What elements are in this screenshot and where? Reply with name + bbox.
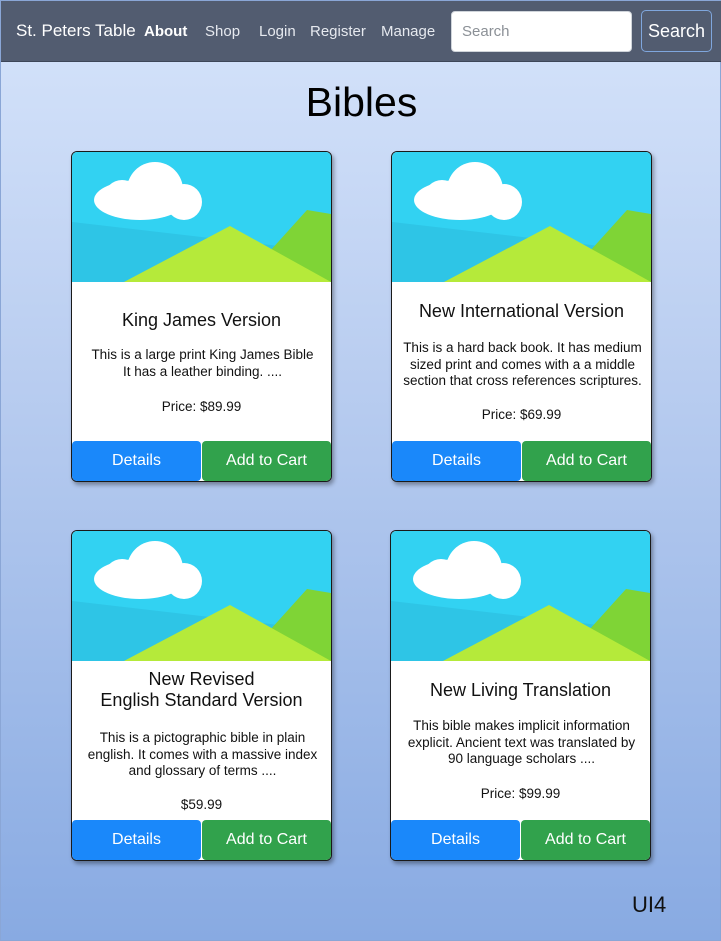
nav-link-manage[interactable]: Manage — [381, 23, 435, 41]
details-button[interactable]: Details — [392, 441, 521, 481]
nav-link-about[interactable]: About — [144, 23, 187, 41]
nav-link-login[interactable]: Login — [259, 23, 296, 41]
placeholder-image — [72, 531, 331, 661]
product-price: Price: $99.99 — [480, 786, 561, 801]
add-to-cart-button[interactable]: Add to Cart — [202, 820, 331, 860]
product-title: New International Version — [418, 301, 625, 321]
details-button[interactable]: Details — [72, 441, 201, 481]
nav-link-register[interactable]: Register — [310, 23, 366, 41]
product-title: New Revised English Standard Version — [100, 669, 303, 710]
product-card-nresv: New Revised English Standard Version Thi… — [71, 530, 332, 861]
product-description: This is a pictographic bible in plain en… — [87, 730, 318, 778]
product-price: Price: $69.99 — [481, 407, 562, 422]
details-button[interactable]: Details — [72, 820, 201, 860]
product-price: $59.99 — [180, 797, 223, 812]
details-button[interactable]: Details — [391, 820, 520, 860]
add-to-cart-button[interactable]: Add to Cart — [521, 820, 650, 860]
product-description: This is a hard back book. It has medium … — [403, 340, 642, 388]
placeholder-image — [391, 531, 650, 661]
placeholder-image — [72, 152, 331, 282]
product-card-kjv: King James Version This is a large print… — [71, 151, 332, 482]
product-description: This is a large print King James Bible I… — [91, 347, 314, 379]
version-tag: UI4 — [632, 892, 667, 917]
placeholder-image — [392, 152, 651, 282]
product-title: New Living Translation — [429, 680, 612, 700]
product-description: This bible makes implicit information ex… — [407, 718, 636, 766]
search-button[interactable]: Search — [641, 10, 712, 52]
nav-link-shop[interactable]: Shop — [205, 23, 240, 41]
product-price: Price: $89.99 — [161, 399, 242, 414]
product-card-nlt: New Living Translation This bible makes … — [390, 530, 651, 861]
search-input[interactable] — [451, 11, 632, 52]
navbar: St. Peters Table About Shop Login Regist… — [1, 1, 721, 62]
product-card-niv: New International Version This is a hard… — [391, 151, 652, 482]
add-to-cart-button[interactable]: Add to Cart — [202, 441, 331, 481]
page-title: Bibles — [305, 79, 418, 125]
brand-link[interactable]: St. Peters Table — [16, 21, 136, 41]
add-to-cart-button[interactable]: Add to Cart — [522, 441, 651, 481]
product-title: King James Version — [121, 310, 282, 330]
